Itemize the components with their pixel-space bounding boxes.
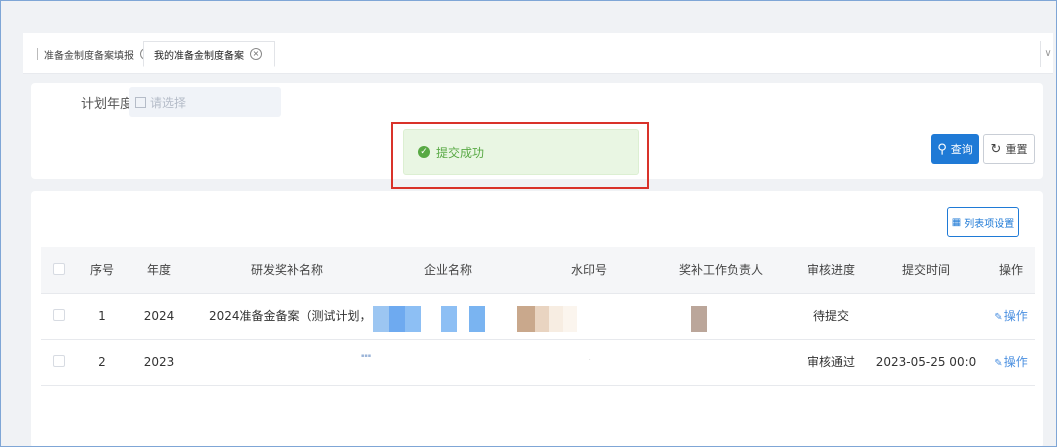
table-row: 2 2023 ▪▪▪ · 审核通过 2023-05-25 00:0 ✎操作 <box>41 339 1035 386</box>
search-icon: ⚲ <box>937 141 947 157</box>
reset-button[interactable]: ↻ 重置 <box>983 134 1035 164</box>
row-submit-time <box>871 293 981 339</box>
tab-my-reserve-records[interactable]: 我的准备金制度备案 × <box>143 41 275 67</box>
close-icon[interactable]: × <box>250 48 262 60</box>
plan-year-label: 计划年度 <box>81 97 134 112</box>
row-status: 待提交 <box>812 309 849 323</box>
column-header: 操作 <box>998 263 1023 277</box>
row-checkbox[interactable] <box>53 309 65 321</box>
redacted-mark: · <box>589 357 591 363</box>
plan-year-placeholder: 请选择 <box>150 95 187 110</box>
row-seq: 1 <box>98 309 106 323</box>
grid-icon: ▦ <box>951 216 962 228</box>
row-submit-time: 2023-05-25 00:0 <box>875 355 977 369</box>
plan-year-select[interactable]: 请选择 <box>129 87 281 117</box>
tab-separator <box>37 48 38 60</box>
reset-button-label: 重置 <box>1005 143 1028 156</box>
column-settings-button[interactable]: ▦ 列表项设置 <box>947 207 1019 237</box>
select-all-checkbox[interactable] <box>53 263 65 275</box>
column-header: 提交时间 <box>901 263 950 277</box>
redacted-owner-block <box>691 306 707 332</box>
tab-reserve-filing[interactable]: 准备金制度备案填报 × <box>27 41 162 67</box>
column-header: 序号 <box>89 263 114 277</box>
refresh-icon: ↻ <box>990 141 1002 157</box>
redacted-mark: ▪▪▪ <box>361 353 372 359</box>
tab-bar: 准备金制度备案填报 × 我的准备金制度备案 × ∨ <box>23 33 1053 74</box>
tab-label: 准备金制度备案填报 <box>44 50 134 62</box>
row-year: 2024 <box>143 309 175 323</box>
calendar-icon <box>135 96 146 108</box>
row-seq: 2 <box>98 355 106 369</box>
row-operation-link[interactable]: ✎操作 <box>987 339 1035 385</box>
row-year: 2023 <box>143 355 175 369</box>
column-header: 年度 <box>146 263 171 277</box>
redacted-watermark-block <box>563 306 577 332</box>
row-status: 审核通过 <box>806 355 855 369</box>
redacted-company-block <box>469 306 485 332</box>
column-header: 奖补工作负责人 <box>678 263 763 277</box>
results-panel: ▦ 列表项设置 序号 年度 研发奖补名称 企业名称 水印号 奖补工作负责人 审核… <box>31 191 1043 446</box>
redacted-watermark-block <box>549 306 563 332</box>
row-checkbox[interactable] <box>53 355 65 367</box>
column-header: 审核进度 <box>806 263 855 277</box>
chevron-down-icon[interactable]: ∨ <box>1040 41 1055 67</box>
column-settings-label: 列表项设置 <box>964 218 1015 230</box>
redacted-company-block <box>405 306 421 332</box>
row-award-name: 2024准备金备案（测试计划，1 <box>209 309 365 323</box>
redacted-watermark-block <box>535 306 549 332</box>
operation-label: 操作 <box>1003 355 1028 369</box>
query-button-label: 查询 <box>950 143 973 156</box>
redacted-company-block <box>441 306 457 332</box>
edit-icon: ✎ <box>994 312 1003 323</box>
redacted-watermark-block <box>517 306 535 332</box>
redacted-company-block <box>373 306 389 332</box>
redacted-company-block <box>389 306 405 332</box>
column-header: 企业名称 <box>423 263 472 277</box>
operation-label: 操作 <box>1003 309 1028 323</box>
row-operation-link[interactable]: ✎操作 <box>987 293 1035 339</box>
table-header: 序号 年度 研发奖补名称 企业名称 水印号 奖补工作负责人 审核进度 提交时间 … <box>41 247 1035 294</box>
query-button[interactable]: ⚲ 查询 <box>931 134 979 164</box>
edit-icon: ✎ <box>994 358 1003 369</box>
app-window: 准备金制度备案填报 × 我的准备金制度备案 × ∨ 计划年度 请选择 ⚲ 查询 … <box>0 0 1057 447</box>
tab-label: 我的准备金制度备案 <box>154 50 244 62</box>
row-award-name <box>209 339 365 385</box>
column-header: 研发奖补名称 <box>250 263 323 277</box>
table-row: 1 2024 2024准备金备案（测试计划，1 待提交 ✎操作 <box>41 293 1035 340</box>
column-header: 水印号 <box>570 263 607 277</box>
highlight-box <box>391 122 649 189</box>
